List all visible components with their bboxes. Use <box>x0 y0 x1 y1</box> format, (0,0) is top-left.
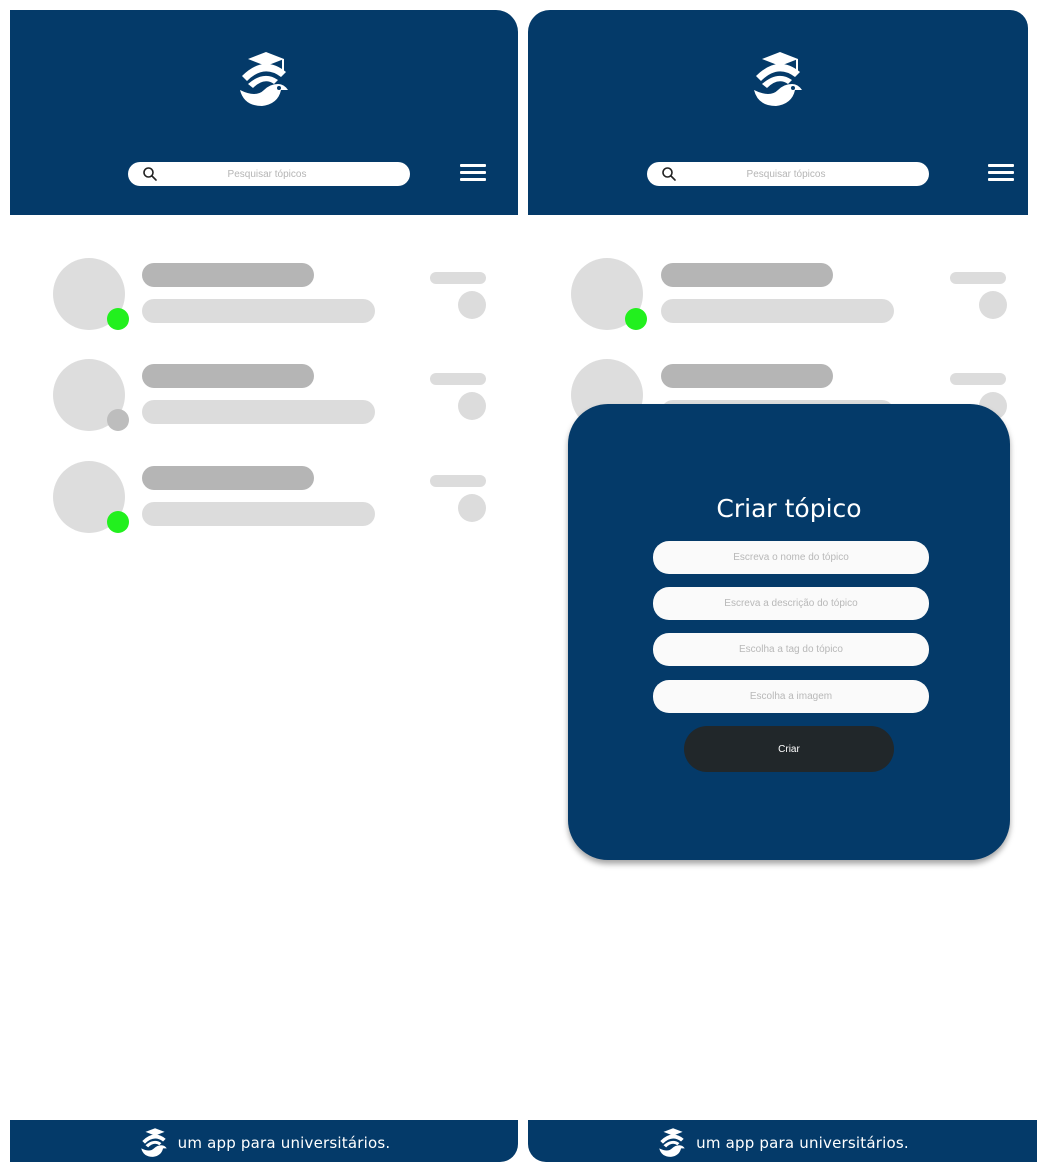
app-footer: um app para universitários. <box>10 1120 518 1162</box>
search-icon <box>662 167 676 181</box>
graduation-bird-icon <box>234 46 294 110</box>
modal-title: Criar tópico <box>716 494 862 523</box>
topic-description-field[interactable] <box>653 587 929 620</box>
search-input[interactable] <box>158 162 376 186</box>
create-topic-screen: Criar tópico Criar um app para universit… <box>519 0 1037 1162</box>
topic-list-item[interactable] <box>0 359 518 439</box>
topic-badge-placeholder <box>458 291 486 319</box>
topic-time-placeholder <box>430 373 486 385</box>
create-button[interactable]: Criar <box>684 726 894 772</box>
topic-subtitle-placeholder <box>142 299 375 323</box>
topic-subtitle-placeholder <box>661 299 894 323</box>
topic-list-item[interactable] <box>519 258 1037 338</box>
topic-image-field[interactable] <box>653 680 929 713</box>
topic-title-placeholder <box>661 364 833 388</box>
topic-name-field[interactable] <box>653 541 929 574</box>
footer-tagline: um app para universitários. <box>177 1134 391 1152</box>
online-status-dot <box>625 308 647 330</box>
topic-list-item[interactable] <box>0 461 518 541</box>
app-header <box>528 10 1028 215</box>
search-input[interactable] <box>677 162 895 186</box>
offline-status-dot <box>107 409 129 431</box>
topic-title-placeholder <box>142 263 314 287</box>
search-bar[interactable] <box>647 162 929 186</box>
topic-subtitle-placeholder <box>142 400 375 424</box>
app-header <box>10 10 518 215</box>
create-topic-modal: Criar tópico Criar <box>568 404 1010 860</box>
app-footer: um app para universitários. <box>528 1120 1037 1162</box>
online-status-dot <box>107 511 129 533</box>
topic-badge-placeholder <box>458 392 486 420</box>
topic-badge-placeholder <box>979 291 1007 319</box>
topic-title-placeholder <box>142 466 314 490</box>
topic-time-placeholder <box>430 475 486 487</box>
graduation-bird-icon <box>748 46 808 110</box>
topic-time-placeholder <box>950 272 1006 284</box>
topic-subtitle-placeholder <box>142 502 375 526</box>
topic-time-placeholder <box>950 373 1006 385</box>
topic-list-item[interactable] <box>0 258 518 338</box>
search-bar[interactable] <box>128 162 410 186</box>
topics-screen: um app para universitários. <box>0 0 518 1162</box>
topic-badge-placeholder <box>458 494 486 522</box>
hamburger-menu-icon[interactable] <box>988 164 1014 184</box>
graduation-bird-icon <box>659 1128 685 1157</box>
topic-title-placeholder <box>661 263 833 287</box>
topic-time-placeholder <box>430 272 486 284</box>
topic-title-placeholder <box>142 364 314 388</box>
hamburger-menu-icon[interactable] <box>460 164 486 184</box>
topic-tag-field[interactable] <box>653 633 929 666</box>
search-icon <box>143 167 157 181</box>
online-status-dot <box>107 308 129 330</box>
graduation-bird-icon <box>140 1128 167 1157</box>
footer-tagline: um app para universitários. <box>696 1134 909 1152</box>
